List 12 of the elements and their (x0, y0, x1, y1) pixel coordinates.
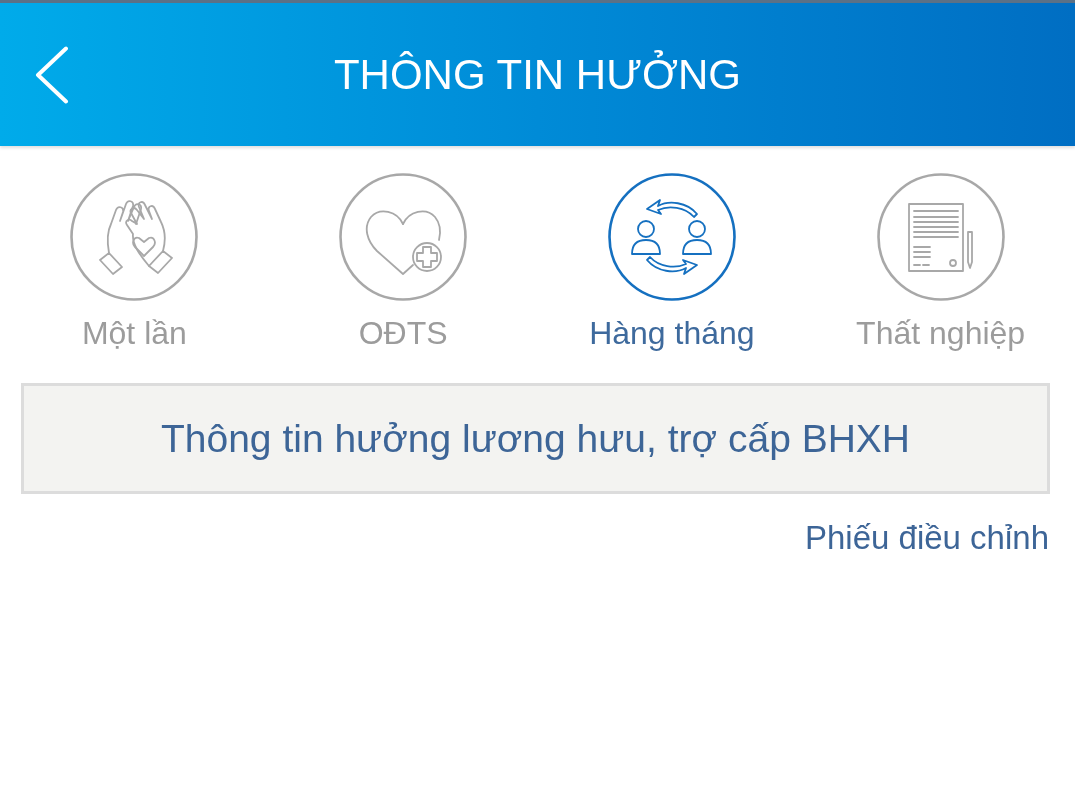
people-exchange-icon (607, 173, 736, 301)
tab[interactable]: Một lần (70, 173, 199, 353)
section-title: Thông tin hưởng lương hưu, trợ cấp BHXH (160, 416, 911, 461)
document-pen-icon (876, 173, 1005, 301)
chevron-left-icon (35, 45, 69, 104)
tab[interactable]: OĐTS (339, 173, 468, 353)
back-button[interactable] (35, 45, 69, 104)
screen-title: THÔNG TIN HƯỞNG (333, 50, 742, 99)
tab[interactable]: Hàng tháng (589, 173, 755, 353)
tab[interactable]: Thất nghiệp (856, 173, 1026, 353)
heart-plus-icon (339, 173, 468, 301)
adjustment-link[interactable]: Phiếu điều chỉnh (804, 518, 1049, 558)
